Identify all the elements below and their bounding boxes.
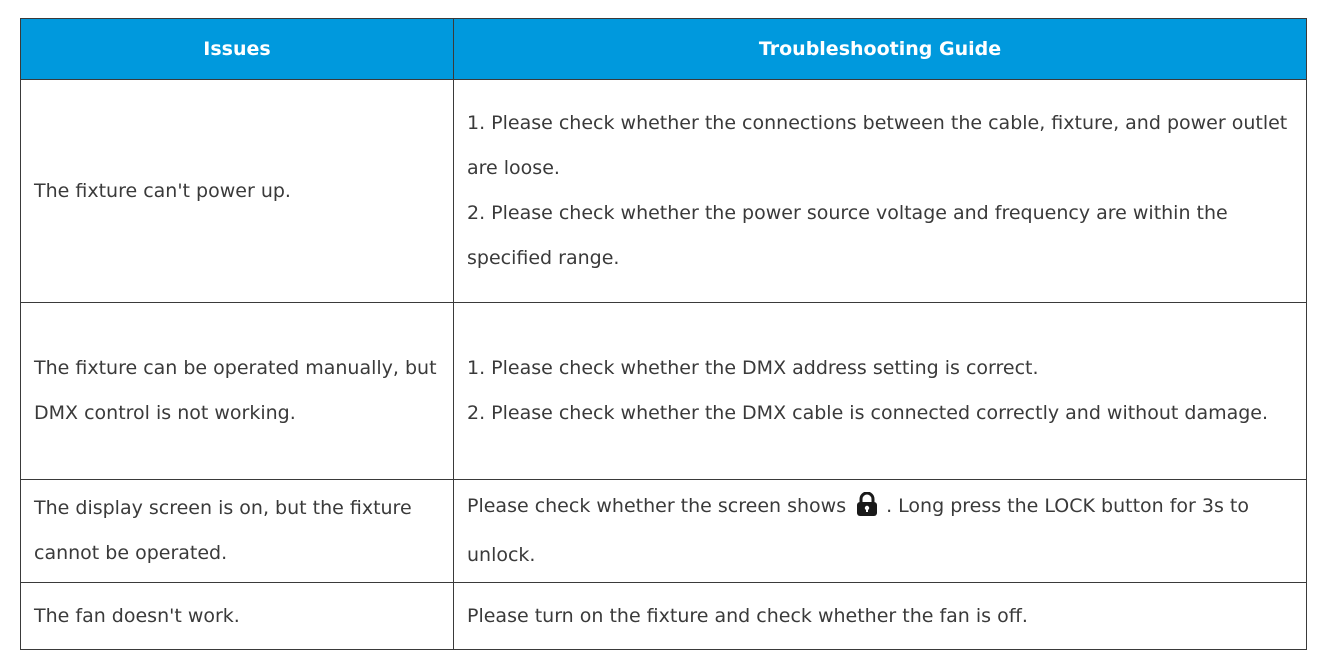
issue-cell: The fan doesn't work. xyxy=(20,582,454,650)
table-header-row: Issues Troubleshooting Guide xyxy=(20,18,1307,80)
guide-cell: 1. Please check whether the connections … xyxy=(453,79,1307,303)
issue-cell: The display screen is on, but the fixtur… xyxy=(20,479,454,583)
guide-cell: Please check whether the screen shows. L… xyxy=(453,479,1307,583)
issue-cell: The fixture can't power up. xyxy=(20,79,454,303)
guide-step: 2. Please check whether the power source… xyxy=(467,202,1228,269)
troubleshooting-table: Issues Troubleshooting Guide The fixture… xyxy=(20,18,1307,650)
header-issues: Issues xyxy=(20,18,454,80)
guide-text: Please check whether the screen shows. L… xyxy=(467,484,1294,578)
guide-cell: Please turn on the fixture and check whe… xyxy=(453,582,1307,650)
table-row: The fixture can't power up. 1. Please ch… xyxy=(20,79,1307,303)
guide-cell: 1. Please check whether the DMX address … xyxy=(453,302,1307,480)
table-row: The fixture can be operated manually, bu… xyxy=(20,302,1307,480)
guide-step: 1. Please check whether the connections … xyxy=(467,112,1288,179)
troubleshooting-table-container: Issues Troubleshooting Guide The fixture… xyxy=(20,18,1307,650)
table-row: The fan doesn't work. Please turn on the… xyxy=(20,582,1307,650)
table-row: The display screen is on, but the fixtur… xyxy=(20,479,1307,583)
guide-step: 1. Please check whether the DMX address … xyxy=(467,357,1039,379)
header-troubleshooting-guide: Troubleshooting Guide xyxy=(453,18,1307,80)
lock-icon xyxy=(856,488,878,533)
issue-cell: The fixture can be operated manually, bu… xyxy=(20,302,454,480)
guide-step: 2. Please check whether the DMX cable is… xyxy=(467,402,1269,424)
guide-text-before-icon: Please check whether the screen shows xyxy=(467,495,847,517)
